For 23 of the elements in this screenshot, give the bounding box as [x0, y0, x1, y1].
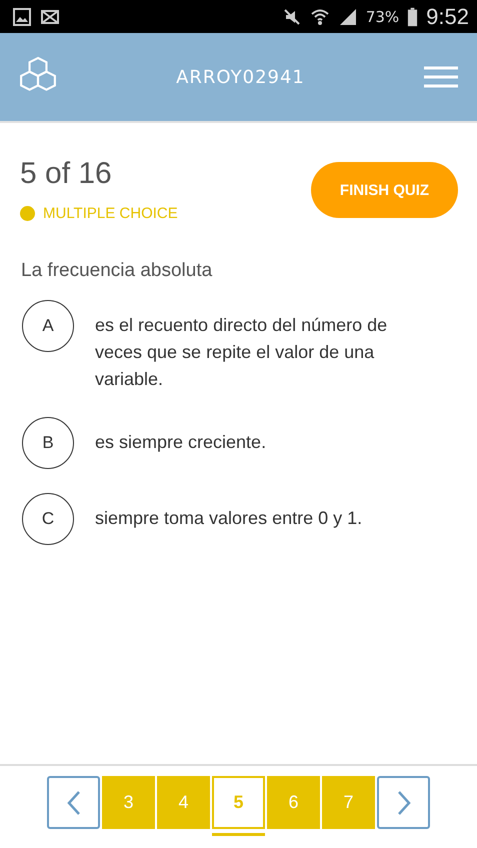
mute-icon	[282, 6, 302, 26]
option-text[interactable]: es el recuento directo del número de veces que se repite el valor de una variable.	[95, 300, 435, 393]
chevron-left-icon	[66, 790, 80, 816]
option-text[interactable]: es siempre creciente.	[95, 417, 266, 456]
picture-icon	[12, 6, 32, 26]
current-page-underline	[212, 833, 265, 836]
next-button[interactable]	[377, 776, 430, 829]
clock: 9:52	[426, 4, 469, 30]
menu-icon[interactable]	[424, 66, 458, 88]
previous-button[interactable]	[47, 776, 100, 829]
signal-icon	[338, 6, 358, 26]
question-type: MULTIPLE CHOICE	[43, 205, 178, 222]
option-letter-button[interactable]: B	[22, 417, 74, 469]
wifi-icon	[310, 6, 330, 26]
option-letter-button[interactable]: C	[22, 493, 74, 545]
battery-icon	[407, 6, 418, 26]
question-text: La frecuencia absoluta	[20, 259, 214, 282]
chevron-right-icon	[396, 790, 410, 816]
battery-percent: 73%	[366, 8, 400, 26]
option-letter-button[interactable]: A	[22, 300, 74, 352]
header-title: ARROY02941	[175, 66, 306, 88]
type-dot	[20, 206, 35, 221]
option-text[interactable]: siempre toma valores entre 0 y 1.	[95, 493, 362, 532]
